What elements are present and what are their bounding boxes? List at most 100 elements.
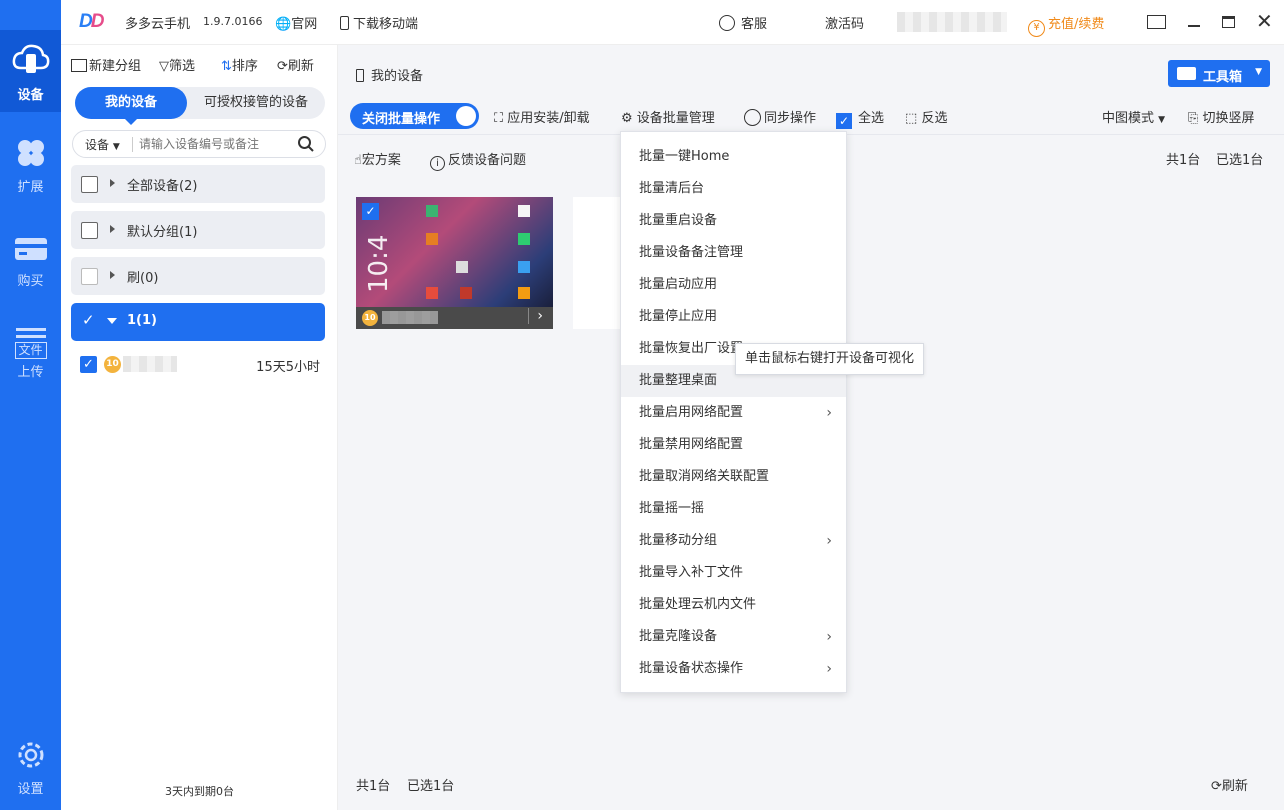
rail-settings-label: 设置 [17,782,44,797]
feedback-button[interactable]: i 反馈设备问题 [430,149,526,171]
menu-item-clone-label: 批量克隆设备 [639,629,718,644]
device-checkbox[interactable]: ✓ [80,356,97,373]
menu-item-restart[interactable]: 批量重启设备 [621,205,846,237]
menu-item-remarks[interactable]: 批量设备备注管理 [621,237,846,269]
download-mobile-link[interactable]: 下载移动端 [340,13,418,32]
group-all-label: 全部设备(2) [127,179,198,194]
group-shua[interactable]: 刷(0) [71,257,325,295]
view-mode-select[interactable]: 中图模式 ▼ [1102,107,1165,126]
sync-op-label: 同步操作 [764,111,817,126]
check-icon[interactable]: ✓ [82,311,95,329]
expand-caret-icon[interactable] [110,179,115,187]
rail-extend-label: 扩展 [17,180,44,195]
caret-down-icon: ▼ [112,142,120,152]
expand-caret-icon[interactable] [110,271,115,279]
search-input[interactable] [139,134,289,154]
rail-buy[interactable]: 购买 [0,236,61,296]
support-label: 客服 [741,17,768,32]
group-default-checkbox[interactable] [81,222,98,239]
group-all[interactable]: 全部设备(2) [71,165,325,203]
tab-my-devices[interactable]: 我的设备 [75,87,187,119]
select-all-checkbox[interactable]: ✓ 全选 [836,107,884,129]
device-row[interactable]: ✓ 10 15天5小时 [71,351,325,375]
menu-item-start-app[interactable]: 批量启动应用 [621,269,846,301]
menu-item-import-patch[interactable]: 批量导入补丁文件 [621,557,846,589]
info-icon: i [430,156,445,171]
refresh-icon: ⟳ [277,59,288,74]
rail-upload[interactable]: 文件 上传 [0,328,61,388]
close-icon[interactable]: ✕ [1256,9,1273,33]
refresh-button[interactable]: ⟳刷新 [277,55,314,74]
sync-operation-toggle[interactable]: 同步操作 [744,107,816,126]
app-icon [426,233,438,245]
macro-button[interactable]: ☝宏方案 [354,149,401,168]
search-scope-select[interactable]: 设备 ▼ [85,136,120,153]
official-site-link[interactable]: 🌐官网 [275,13,317,32]
menu-item-clone[interactable]: 批量克隆设备 › [621,621,846,653]
device-card[interactable]: ✓ 10:4 10 › [356,197,553,329]
sort-label: 排序 [231,59,258,74]
group-shua-label: 刷(0) [127,271,159,286]
minimize-icon[interactable] [1188,25,1200,27]
invert-selection-button[interactable]: ⬚ 反选 [905,107,947,126]
gear-icon: ⚙ [621,111,633,126]
feedback-label: 反馈设备问题 [448,153,527,168]
sort-button[interactable]: ⇅排序 [221,55,258,74]
refresh-bottom-button[interactable]: ⟳刷新 [1211,775,1248,794]
card-checkbox[interactable]: ✓ [362,203,379,220]
menu-lines-icon [15,328,46,338]
maximize-icon[interactable] [1222,16,1235,28]
menu-item-cloud-files[interactable]: 批量处理云机内文件 [621,589,846,621]
rotate-icon: ⎘ [1188,111,1199,126]
view-mode-label: 中图模式 [1102,111,1155,126]
switch-portrait-button[interactable]: ⎘ 切换竖屏 [1188,107,1255,126]
folder-plus-icon [71,59,87,72]
group-all-checkbox[interactable] [81,176,98,193]
rail-extend[interactable]: 扩展 [0,138,61,198]
activation-code-button[interactable]: 激活码 [825,13,864,32]
expand-caret-icon[interactable] [107,318,117,324]
group-default[interactable]: 默认分组(1) [71,211,325,249]
group-1[interactable]: ✓ 1(1) [71,303,325,341]
device-screen-preview[interactable]: ✓ 10:4 [356,197,553,307]
toolbox-label: 工具箱 [1203,70,1243,85]
menu-item-shake[interactable]: 批量摇一摇 [621,493,846,525]
device-batch-manage-button[interactable]: ⚙ 设备批量管理 [621,107,715,126]
new-group-button[interactable]: 新建分组 [71,55,141,74]
rail-settings[interactable]: 设置 [0,740,61,800]
filter-button[interactable]: ▽筛选 [159,55,195,74]
title-bar: DD 多多云手机 1.9.7.0166 🌐官网 下载移动端 客服 激活码 ¥ 充值… [61,0,1284,45]
rail-devices-label: 设备 [17,88,44,103]
support-button[interactable]: 客服 [719,13,767,32]
vip-badge: 10 [104,356,121,373]
chevron-right-icon[interactable]: › [528,308,543,324]
recharge-button[interactable]: ¥ 充值/续费 [1028,13,1104,37]
app-install-button[interactable]: ⛶ 应用安装/卸载 [494,107,590,126]
sort-icon: ⇅ [221,59,232,74]
batch-toolbar: 关闭批量操作 ⛶ 应用安装/卸载 ⚙ 设备批量管理 同步操作 ✓ 全选 ⬚ 反选 … [338,93,1284,135]
search-icon[interactable] [297,135,315,153]
menu-item-unlink-network[interactable]: 批量取消网络关联配置 [621,461,846,493]
toolbox-button[interactable]: 工具箱 ▼ [1168,60,1270,87]
sidebar: 新建分组 ▽筛选 ⇅排序 ⟳刷新 我的设备 可授权接管的设备 设备 ▼ 全部设备… [61,45,338,810]
menu-item-stop-app[interactable]: 批量停止应用 [621,301,846,333]
expand-caret-icon[interactable] [110,225,115,233]
tab-authorized-devices[interactable]: 可授权接管的设备 [187,87,325,119]
funnel-icon: ▽ [159,59,169,74]
radio-icon [744,109,761,126]
left-rail: 设备 扩展 购买 文件 上传 设置 [0,0,61,810]
rail-devices[interactable]: 设备 [0,30,61,112]
menu-item-disable-network[interactable]: 批量禁用网络配置 [621,429,846,461]
menu-item-status-ops[interactable]: 批量设备状态操作 › [621,653,846,685]
refresh-label: 刷新 [287,59,314,74]
app-icon [518,233,530,245]
group-shua-checkbox[interactable] [81,268,98,285]
menu-item-home[interactable]: 批量一键Home [621,141,846,173]
menu-item-clear-background[interactable]: 批量清后台 [621,173,846,205]
mail-icon[interactable] [1147,15,1166,29]
menu-item-enable-network[interactable]: 批量启用网络配置 › [621,397,846,429]
menu-item-move-group[interactable]: 批量移动分组 › [621,525,846,557]
group-1-label: 1(1) [127,313,157,328]
batch-operation-toggle[interactable]: 关闭批量操作 [350,103,479,129]
search-scope-label: 设备 [85,138,110,152]
